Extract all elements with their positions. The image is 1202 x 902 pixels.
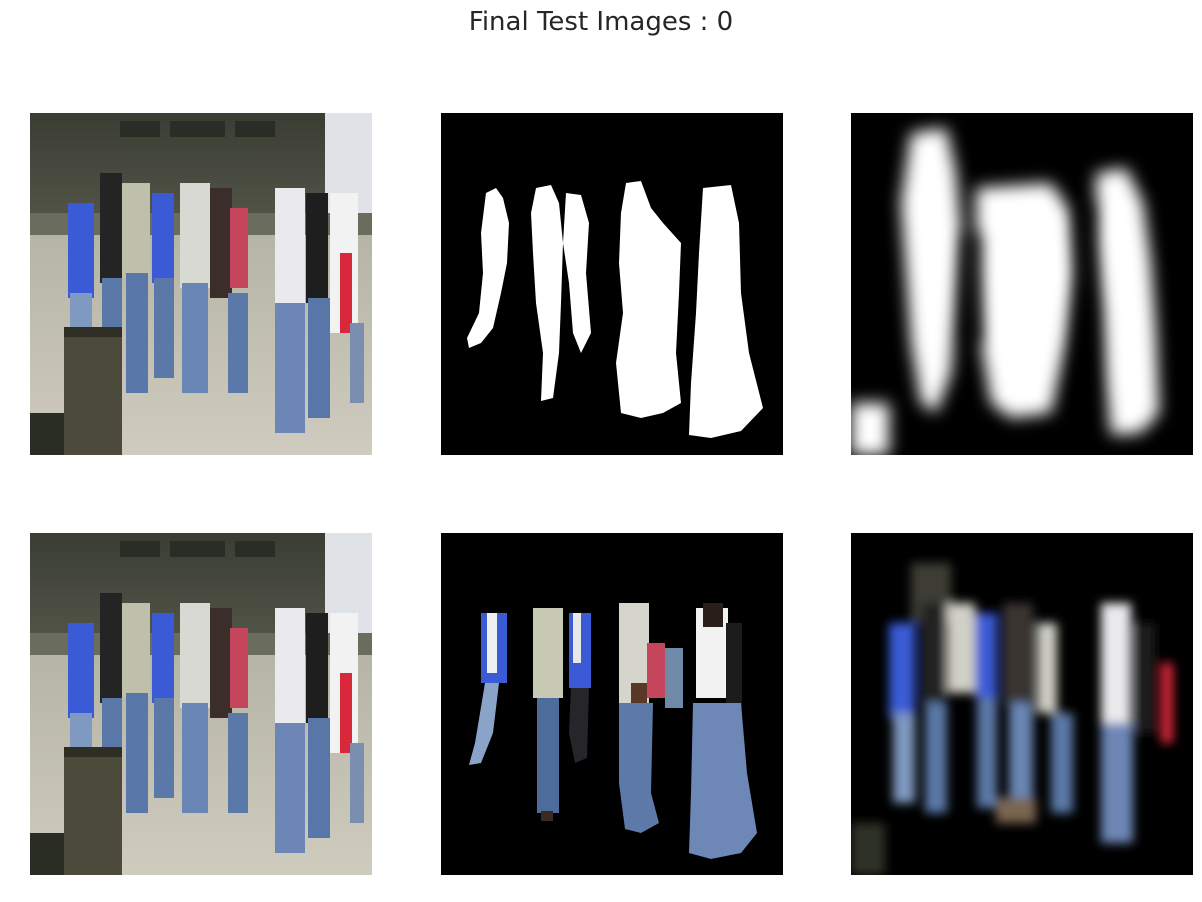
figure-title: Final Test Images : 0 bbox=[468, 7, 734, 37]
ground-truth-cutout bbox=[441, 533, 783, 875]
predicted-mask bbox=[851, 113, 1193, 455]
original-photo-bottom bbox=[30, 533, 372, 875]
ground-truth-mask-panel bbox=[441, 113, 783, 455]
original-image-panel-bottom bbox=[30, 533, 372, 875]
ground-truth-mask bbox=[441, 113, 783, 455]
original-image-panel bbox=[30, 113, 372, 455]
original-photo bbox=[30, 113, 372, 455]
predicted-cutout-panel bbox=[851, 533, 1193, 875]
predicted-cutout bbox=[851, 533, 1193, 875]
ground-truth-cutout-panel bbox=[441, 533, 783, 875]
predicted-mask-panel bbox=[851, 113, 1193, 455]
